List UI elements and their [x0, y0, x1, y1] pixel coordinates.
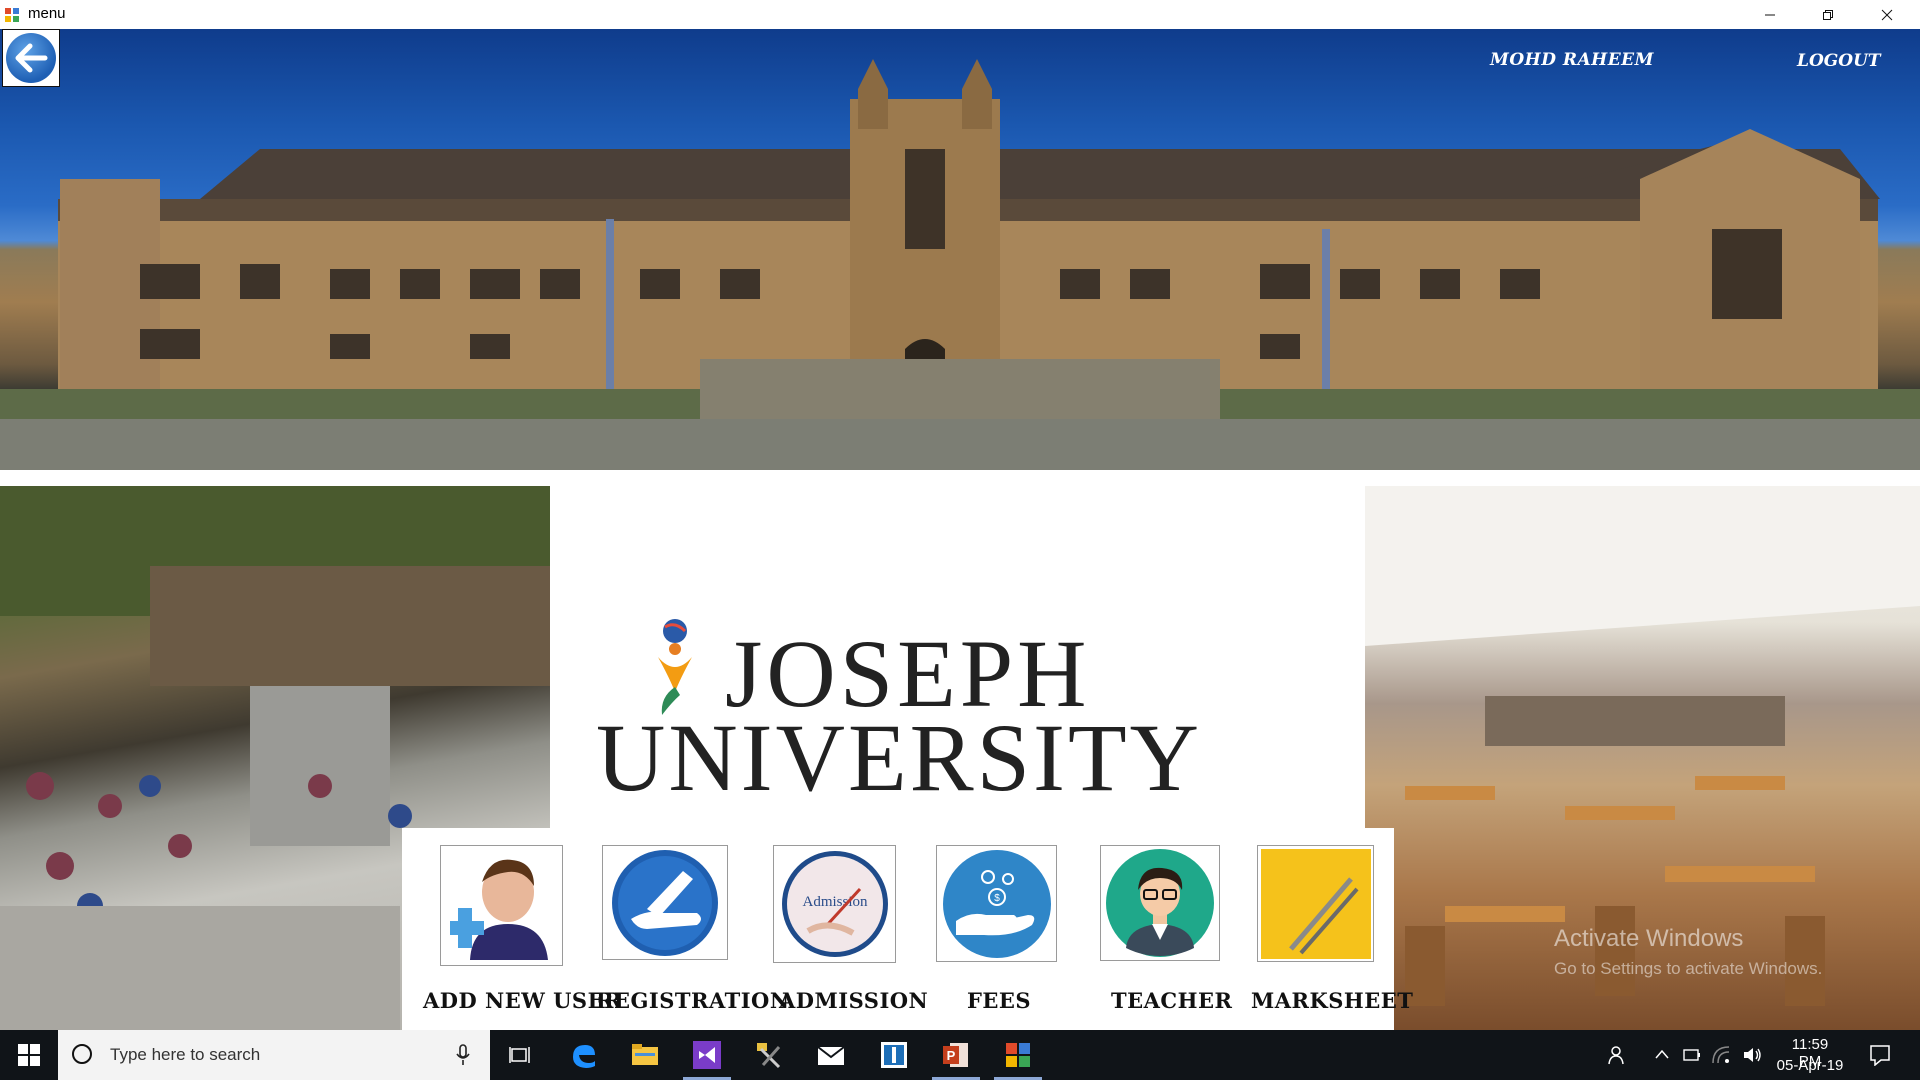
fees-label: FEES: [967, 988, 1032, 1013]
admission-icon: Admission: [781, 851, 888, 957]
powerpoint-icon: P: [943, 1043, 968, 1067]
activate-windows-title: Activate Windows: [1554, 925, 1744, 952]
edge-browser-icon: [573, 1045, 595, 1068]
admission-icon-text: Admission: [802, 894, 868, 910]
registration-button[interactable]: [602, 845, 728, 960]
visual-studio-icon: [693, 1041, 721, 1069]
fees-icon: $: [942, 849, 1051, 958]
visual-studio-taskbar-button[interactable]: [679, 1030, 735, 1080]
svg-text:$: $: [994, 893, 1000, 904]
add-new-user-button[interactable]: [440, 845, 563, 966]
logo-line2: UNIVERSITY: [596, 704, 1202, 811]
battery-icon[interactable]: [1683, 1048, 1701, 1062]
file-explorer-taskbar-button[interactable]: [617, 1030, 673, 1080]
window-titlebar: menu: [0, 0, 1920, 29]
marksheet-button[interactable]: [1257, 845, 1374, 962]
search-placeholder: Type here to search: [110, 1045, 261, 1064]
tools-icon: [757, 1043, 781, 1069]
start-button[interactable]: [0, 1030, 58, 1080]
registration-icon: [612, 849, 718, 956]
minimize-icon: [1765, 14, 1775, 15]
logout-link[interactable]: LOGOUT: [1797, 51, 1881, 71]
close-button[interactable]: [1864, 0, 1910, 29]
task-view-icon: [509, 1047, 530, 1063]
taskbar: Type here to search P 11:59 PM 05-Apr-19: [0, 1030, 1920, 1080]
clock-date[interactable]: 05-Apr-19: [1772, 1057, 1848, 1074]
marksheet-icon: [1260, 848, 1371, 959]
volume-icon[interactable]: [1743, 1047, 1763, 1063]
show-hidden-icons-chevron[interactable]: [1655, 1049, 1669, 1059]
restore-button[interactable]: [1805, 0, 1851, 29]
activate-windows-subtitle: Go to Settings to activate Windows.: [1554, 959, 1823, 978]
app-icon: [5, 8, 19, 22]
wifi-icon[interactable]: [1712, 1046, 1730, 1064]
powerpoint-taskbar-button[interactable]: P: [928, 1030, 984, 1080]
people-icon[interactable]: [1608, 1045, 1628, 1065]
menu-app-taskbar-button[interactable]: [990, 1030, 1046, 1080]
add-new-user-label: ADD NEW USER: [423, 988, 623, 1013]
tools-taskbar-button[interactable]: [741, 1030, 797, 1080]
task-view-button[interactable]: [492, 1030, 548, 1080]
edge-taskbar-button[interactable]: [555, 1030, 611, 1080]
app-taskbar-button[interactable]: [866, 1030, 922, 1080]
taskbar-search-box[interactable]: Type here to search: [58, 1030, 490, 1080]
restore-icon: [1823, 9, 1833, 20]
folder-icon: [632, 1044, 658, 1065]
microphone-icon[interactable]: [456, 1044, 470, 1066]
svg-text:P: P: [947, 1048, 956, 1063]
window-title: menu: [28, 5, 66, 22]
university-logo-icon: [658, 619, 692, 715]
teacher-icon: [1106, 849, 1214, 957]
teacher-label: TEACHER: [1111, 988, 1233, 1013]
marksheet-label: MARKSHEET: [1251, 988, 1414, 1013]
university-building-illustration: [0, 59, 1920, 470]
hero-university-image: [0, 29, 1920, 470]
mail-icon: [817, 1046, 845, 1065]
close-icon: [1881, 9, 1893, 20]
action-center-icon[interactable]: [1869, 1044, 1891, 1066]
minimize-button[interactable]: [1747, 0, 1793, 29]
back-button[interactable]: [2, 29, 60, 87]
menu-app-icon: [1006, 1043, 1030, 1067]
windows-logo-icon: [18, 1044, 40, 1066]
admission-button[interactable]: Admission: [773, 845, 896, 963]
back-arrow-icon: [6, 33, 56, 83]
add-user-icon: [449, 859, 548, 960]
fees-button[interactable]: $: [936, 845, 1057, 962]
mail-taskbar-button[interactable]: [803, 1030, 859, 1080]
admission-label: ADMISSION: [779, 988, 929, 1013]
cortana-icon: [72, 1044, 92, 1064]
registration-label: REGISTRATION: [596, 988, 790, 1013]
teacher-button[interactable]: [1100, 845, 1220, 961]
app-window-icon: [881, 1042, 907, 1068]
user-name-label: MOHD RAHEEM: [1490, 50, 1654, 70]
